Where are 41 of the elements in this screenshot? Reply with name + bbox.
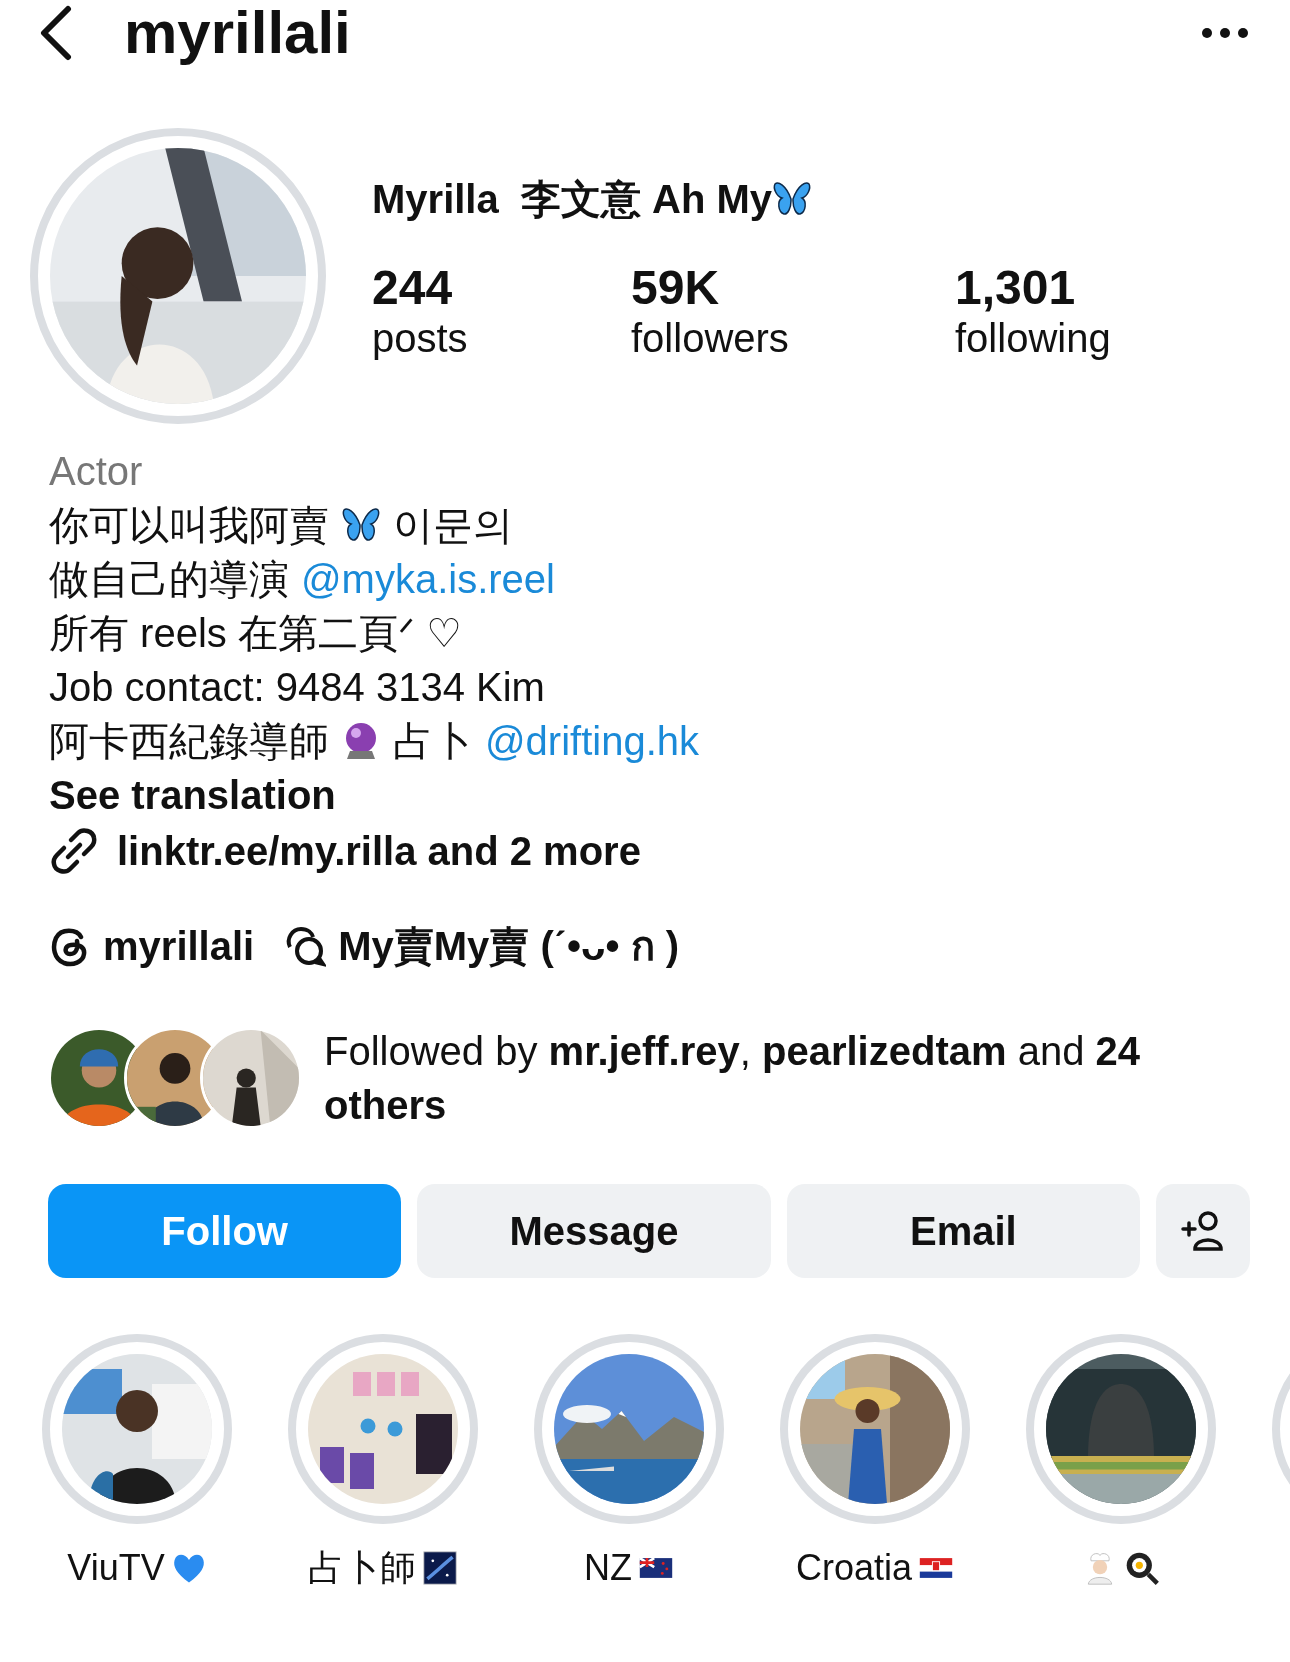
followed-by-text[interactable]: Followed by mr.jeff.rey, pearlizedtam and 24 others [324, 1024, 1204, 1132]
action-button[interactable]: Message [417, 1184, 771, 1278]
bio-text: 做自己的導演 [49, 556, 289, 603]
add-person-icon [1181, 1209, 1225, 1253]
see-translation-link[interactable]: See translation [49, 768, 1290, 822]
external-link[interactable]: linktr.ee/my.rilla and 2 more [117, 824, 641, 878]
add-person-button[interactable] [1156, 1184, 1250, 1278]
bio-text: 阿卡西紀錄導師 [49, 718, 329, 765]
stat-value: 244 [372, 260, 454, 315]
bio-text: 占卜 [393, 718, 473, 765]
threads-handle[interactable]: myrillali [103, 923, 255, 969]
stat-value: 1,301 [955, 260, 1077, 315]
back-icon[interactable] [38, 5, 74, 61]
highlight-label: NZ [584, 1547, 632, 1589]
stat-label: following [955, 314, 1111, 361]
bio-text: Job contact: 9484 3134 Kim [49, 664, 545, 711]
bio-text: 你可以叫我阿賣 [49, 502, 329, 549]
frying-pan-icon [1124, 1550, 1160, 1586]
link-icon [49, 826, 99, 876]
mention-link[interactable]: @drifting.hk [485, 714, 700, 768]
username-title: myrillali [124, 0, 352, 66]
stat-label: posts [372, 314, 469, 361]
mention-link[interactable]: @myka.is.reel [301, 552, 555, 606]
category-label: Actor [49, 448, 144, 495]
galaxy-icon [422, 1550, 458, 1586]
highlight-label: Croatia [795, 1547, 913, 1589]
action-button[interactable]: Email [786, 1184, 1140, 1278]
stat-label: followers [631, 314, 790, 361]
bio-text: 이문의 [393, 502, 513, 549]
story-highlight[interactable] [42, 1334, 232, 1524]
story-highlight[interactable] [288, 1334, 478, 1524]
more-options-icon[interactable] [1200, 26, 1250, 40]
display-name: Myrilla 李文意 Ah My [372, 175, 773, 223]
bio-text: 所有 reels 在第二頁ᐟ ♡ [49, 610, 462, 657]
story-highlight[interactable] [780, 1334, 970, 1524]
chat-bubbles-icon [284, 925, 327, 967]
stat-value: 59K [631, 260, 721, 315]
story-highlight[interactable] [1026, 1334, 1216, 1524]
highlight-label: ViuTV [67, 1547, 165, 1589]
channel-name[interactable]: My賣My賣 (ˊ•ᴗ• ก ) [338, 914, 680, 978]
highlight-label: 占卜師 [308, 1545, 416, 1590]
